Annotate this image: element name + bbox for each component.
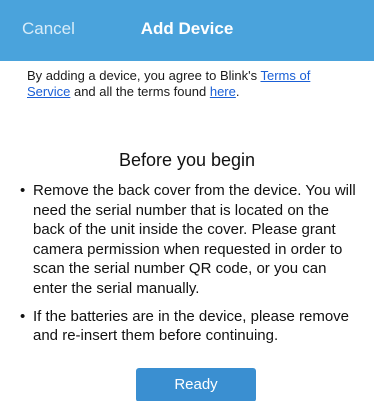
agreement-text-end: . (235, 84, 240, 99)
bullet-icon: • (20, 307, 26, 325)
agreement-text: By adding a device, you agree to Blink's… (27, 68, 357, 100)
ready-button[interactable]: Ready (136, 368, 256, 401)
agreement-text-start: By adding a device, you agree to Blink's (27, 68, 261, 83)
agreement-text-middle: and all the terms found (70, 84, 210, 99)
add-device-screen: Cancel Add Device By adding a device, yo… (0, 0, 374, 401)
section-title: Before you begin (118, 150, 256, 170)
list-item-text: Remove the back cover from the device. Y… (33, 182, 356, 297)
list-item: • If the batteries are in the device, pl… (20, 307, 362, 346)
bullet-icon: • (20, 182, 26, 199)
terms-here-link[interactable]: here (210, 84, 236, 99)
cancel-button[interactable]: Cancel (22, 19, 75, 39)
page-title-text: Add Device (140, 19, 234, 38)
instructions-list: • Remove the back cover from the device.… (20, 181, 362, 354)
navigation-bar: Cancel Add Device (0, 0, 374, 61)
list-item-text: If the batteries are in the device, plea… (33, 307, 350, 345)
list-item: • Remove the back cover from the device.… (20, 181, 362, 299)
